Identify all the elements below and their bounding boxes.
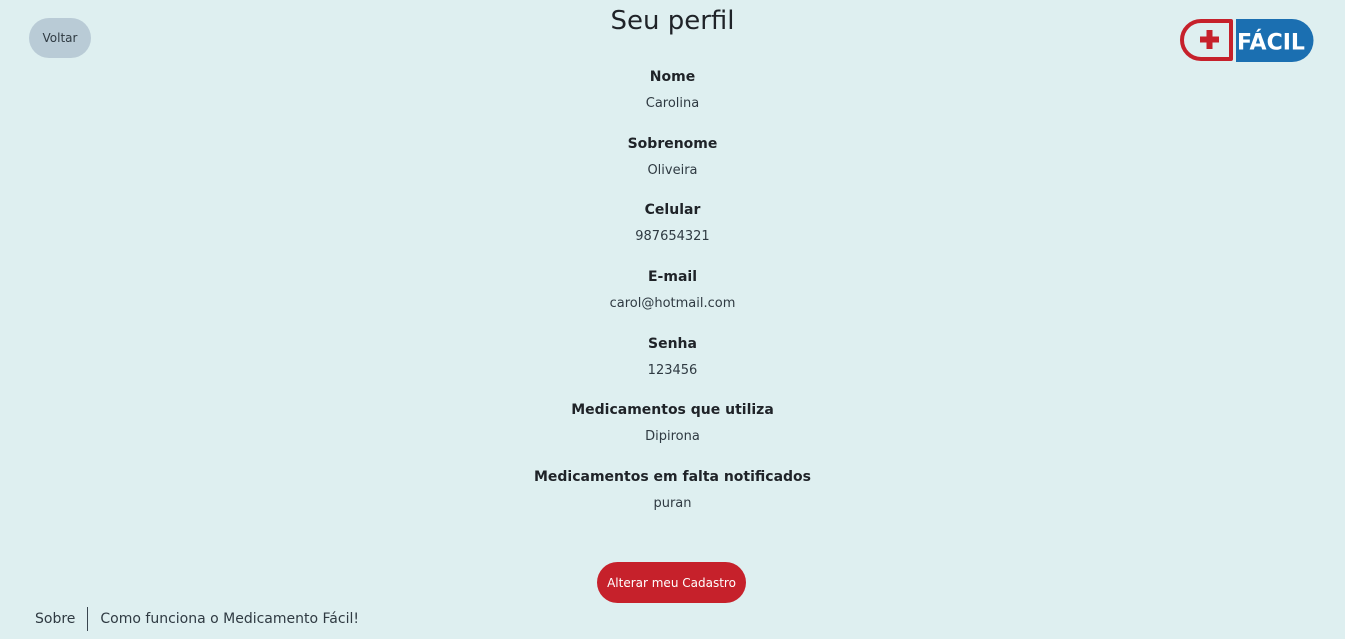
footer-link-como-funciona[interactable]: Como funciona o Medicamento Fácil! xyxy=(100,611,359,627)
plus-cross-icon-v xyxy=(1206,30,1213,49)
field-celular: Celular 987654321 xyxy=(0,200,1345,267)
logo: FÁCIL xyxy=(1179,18,1314,62)
field-label: Senha xyxy=(648,335,697,352)
field-value: carol@hotmail.com xyxy=(609,296,736,312)
field-label: Medicamentos que utiliza xyxy=(571,402,774,419)
field-nome: Nome Carolina xyxy=(0,67,1345,134)
footer: Sobre Como funciona o Medicamento Fácil! xyxy=(35,607,359,631)
field-senha: Senha 123456 xyxy=(0,334,1345,401)
logo-text: FÁCIL xyxy=(1237,30,1305,56)
page-title: Seu perfil xyxy=(610,6,735,36)
field-label: Celular xyxy=(644,202,701,219)
field-label: Medicamentos em falta notificados xyxy=(533,469,812,486)
field-email: E-mail carol@hotmail.com xyxy=(0,267,1345,334)
field-value: Carolina xyxy=(645,96,700,111)
field-value: Dipirona xyxy=(645,429,700,445)
edit-profile-button[interactable]: Alterar meu Cadastro xyxy=(597,562,746,603)
field-label: E-mail xyxy=(647,269,697,286)
field-value: 987654321 xyxy=(635,229,710,245)
field-value: 123456 xyxy=(647,362,698,378)
footer-divider xyxy=(87,607,89,631)
field-label: Nome xyxy=(649,69,696,85)
field-sobrenome: Sobrenome Oliveira xyxy=(0,134,1345,201)
field-value: puran xyxy=(653,496,692,512)
field-medicamentos-falta: Medicamentos em falta notificados puran xyxy=(0,467,1345,534)
field-medicamentos-utiliza: Medicamentos que utiliza Dipirona xyxy=(0,400,1345,467)
field-label: Sobrenome xyxy=(627,135,718,152)
profile-fields: Nome Carolina Sobrenome Oliveira Celular… xyxy=(0,67,1345,534)
footer-link-sobre[interactable]: Sobre xyxy=(35,611,75,627)
field-value: Oliveira xyxy=(647,162,698,178)
logo-graphic: FÁCIL xyxy=(1180,19,1314,62)
